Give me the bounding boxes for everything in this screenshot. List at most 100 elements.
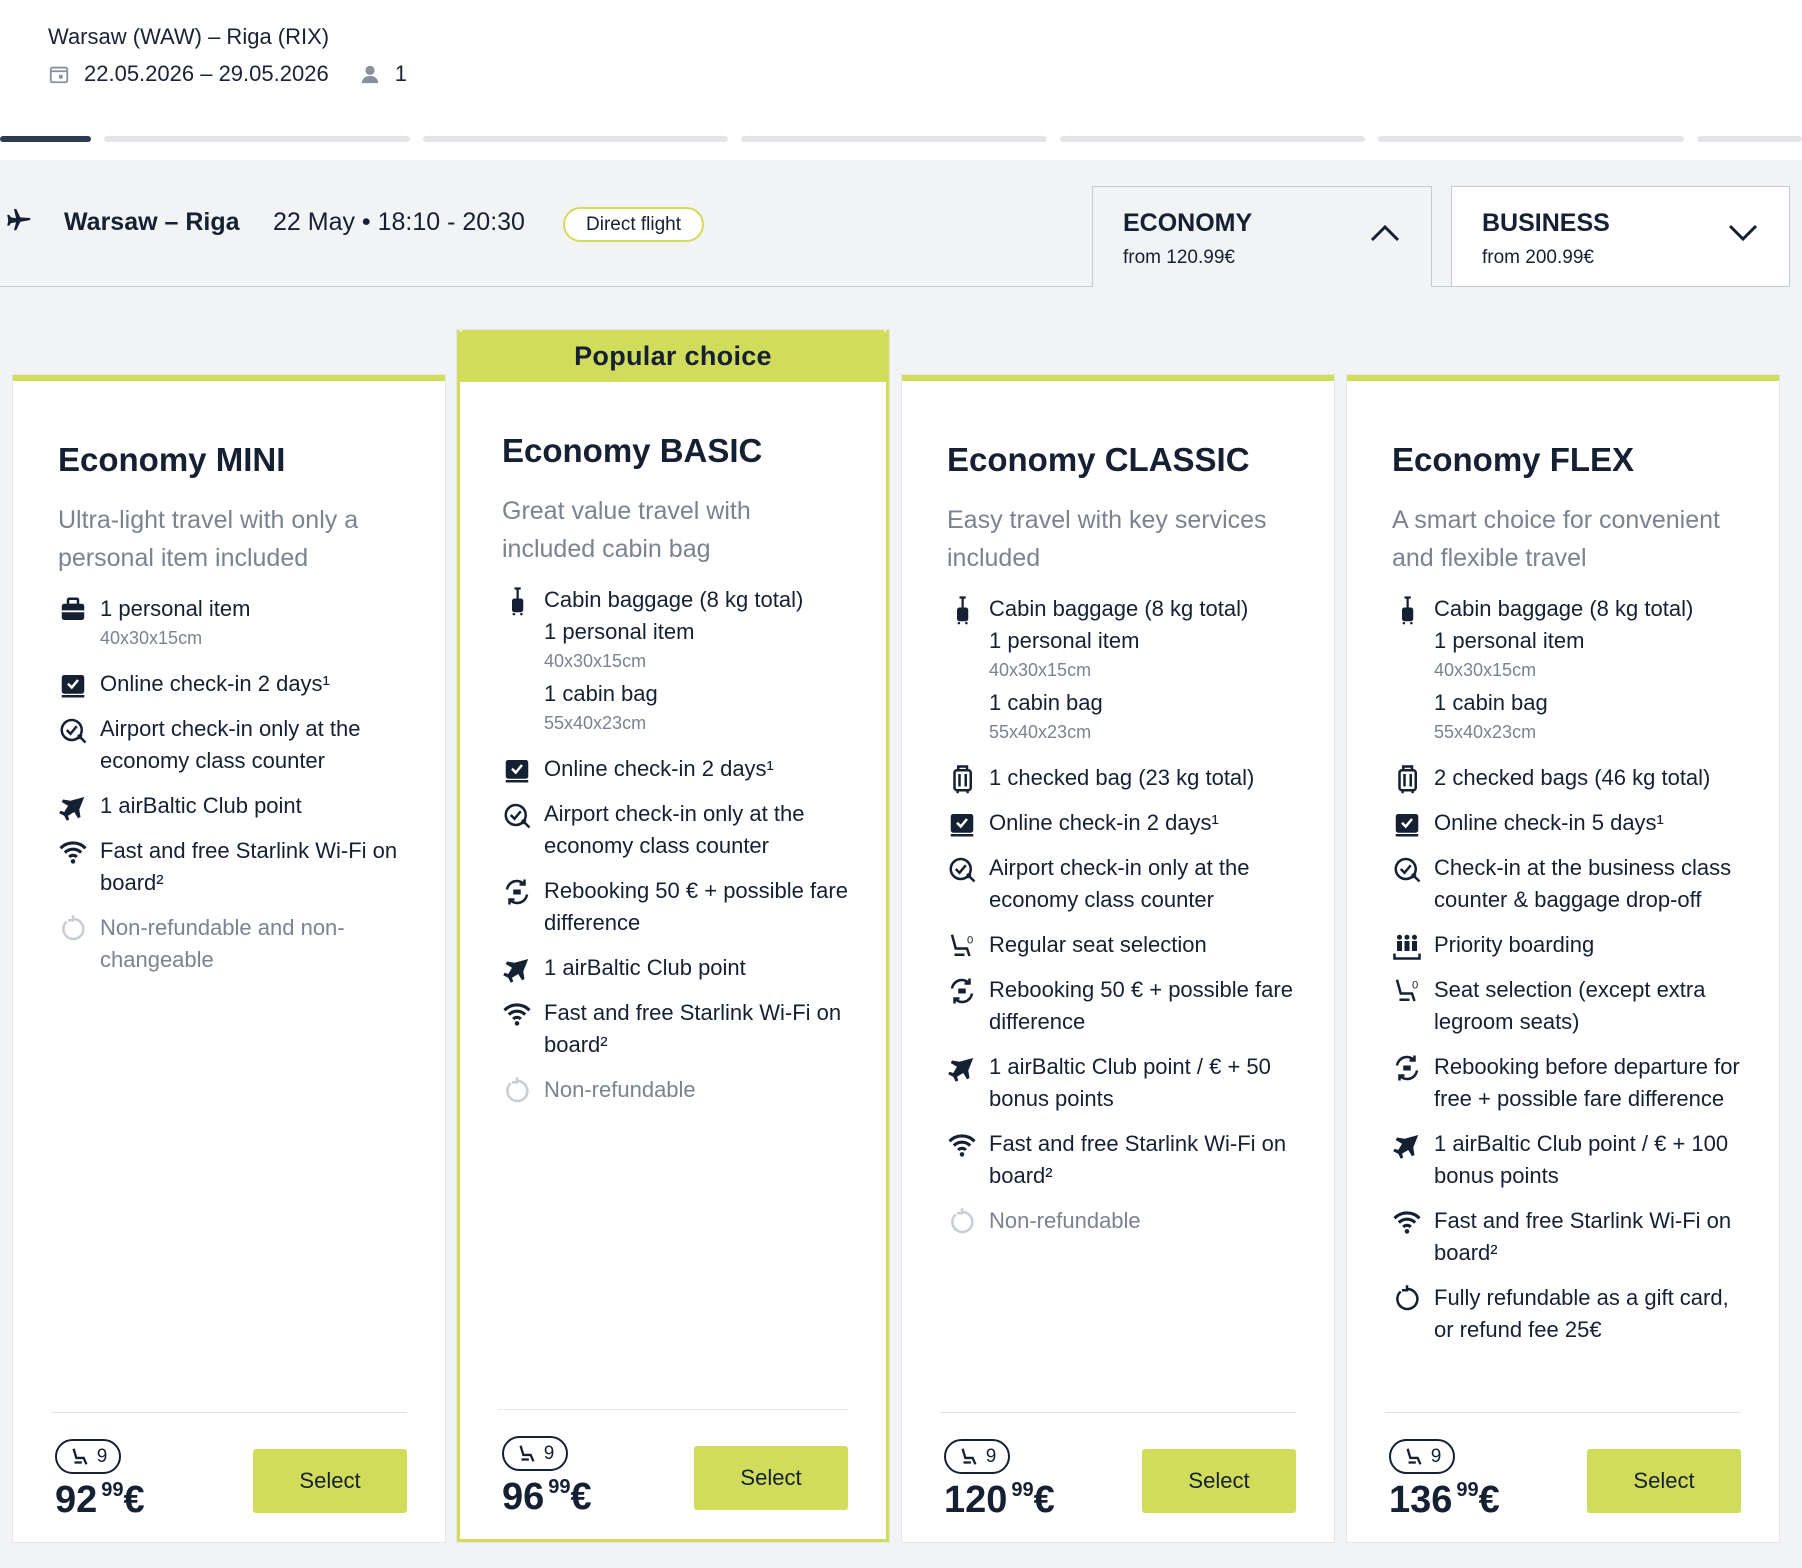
feature-label: Non-refundable — [989, 1208, 1141, 1233]
search-meta: 22.05.2026 – 29.05.2026 1 — [48, 61, 407, 87]
fare-feature: Online check-in 2 days¹ — [502, 753, 848, 785]
seat-icon — [72, 1447, 88, 1465]
feature-label: Airport check-in only at the economy cla… — [989, 855, 1250, 912]
seats-left-badge: 9 — [502, 1436, 568, 1471]
fare-feature: Non-refundable and non-changeable — [58, 912, 407, 976]
seats-left-count: 9 — [985, 1445, 997, 1467]
progress-step — [423, 136, 728, 142]
popular-choice-banner: Popular choice — [460, 330, 886, 382]
wifi-icon — [59, 841, 87, 864]
feature-text: 1 checked bag (23 kg total) — [989, 762, 1254, 794]
feature-text: Non-refundable — [989, 1205, 1141, 1237]
fare-title: Economy CLASSIC — [947, 441, 1250, 478]
checked-bag-icon — [953, 765, 972, 794]
feature-sub-item: 1 cabin bag — [989, 690, 1103, 715]
feature-label: Fast and free Starlink Wi-Fi on board² — [989, 1131, 1287, 1188]
feature-label: Airport check-in only at the economy cla… — [100, 716, 361, 773]
rebooking-icon — [1395, 1055, 1419, 1081]
select-fare-button[interactable]: Select — [694, 1446, 848, 1510]
booking-progress — [0, 136, 1802, 142]
feature-text: 2 checked bags (46 kg total) — [1434, 762, 1710, 794]
select-fare-button[interactable]: Select — [1142, 1449, 1296, 1513]
airport-checkin-icon — [949, 857, 976, 883]
fare-feature: 1 airBaltic Club point — [502, 952, 848, 984]
priority-boarding-icon — [1393, 934, 1421, 960]
fare-card-content: Economy CLASSIC Easy travel with key serv… — [947, 441, 1296, 1250]
feature-label: Cabin baggage (8 kg total) — [989, 596, 1249, 621]
passenger-count: 1 — [394, 61, 407, 86]
fare-feature: Rebooking 50 € + possible fare differenc… — [947, 974, 1296, 1038]
feature-label: Rebooking before departure for free + po… — [1434, 1054, 1740, 1111]
feature-label: Cabin baggage (8 kg total) — [544, 587, 804, 612]
flight-route: Warsaw – Riga — [64, 208, 240, 236]
feature-text: Online check-in 2 days¹ — [544, 753, 774, 785]
fare-feature: Cabin baggage (8 kg total) 1 personal ite… — [1392, 593, 1741, 749]
feature-label: Rebooking 50 € + possible fare differenc… — [989, 977, 1293, 1034]
tab-economy[interactable]: ECONOMY from 120.99€ — [1092, 186, 1432, 287]
fare-footer: 9 120 99€ Select — [940, 1412, 1296, 1542]
feature-label: 1 checked bag (23 kg total) — [989, 765, 1255, 790]
fare-feature: 0 Regular seat selection — [947, 929, 1296, 961]
class-name: ECONOMY — [1123, 209, 1253, 237]
feature-text: Online check-in 2 days¹ — [100, 668, 330, 700]
feature-label: Fully refundable as a gift card, or refu… — [1434, 1285, 1729, 1342]
fare-feature: Fully refundable as a gift card, or refu… — [1392, 1282, 1741, 1346]
feature-sub-item: 1 personal item — [544, 619, 695, 644]
feature-text: 1 airBaltic Club point / € + 100 bonus p… — [1434, 1128, 1741, 1192]
briefcase-icon — [61, 597, 85, 620]
club-plane-icon — [59, 797, 85, 821]
fare-feature: Cabin baggage (8 kg total) 1 personal ite… — [502, 584, 848, 740]
fare-feature: Online check-in 2 days¹ — [58, 668, 407, 700]
feature-label: Non-refundable — [544, 1077, 696, 1102]
fare-feature: 1 airBaltic Club point / € + 50 bonus po… — [947, 1051, 1296, 1115]
online-checkin-icon — [950, 814, 974, 837]
feature-text: Cabin baggage (8 kg total) 1 personal ite… — [544, 584, 803, 740]
feature-label: 1 personal item — [100, 596, 251, 621]
select-fare-button[interactable]: Select — [1587, 1449, 1741, 1513]
feature-label: 1 airBaltic Club point / € + 50 bonus po… — [989, 1054, 1271, 1111]
seats-left-count: 9 — [543, 1442, 555, 1464]
feature-text: Cabin baggage (8 kg total) 1 personal ite… — [989, 593, 1248, 749]
feature-text: Airport check-in only at the economy cla… — [989, 852, 1296, 916]
feature-text: Fast and free Starlink Wi-Fi on board² — [544, 997, 848, 1061]
feature-label: Non-refundable and non-changeable — [100, 915, 345, 972]
feature-label: 1 airBaltic Club point — [544, 955, 746, 980]
price-cents: 99 — [101, 1479, 124, 1501]
price-cents: 99 — [1456, 1479, 1479, 1501]
search-route: Warsaw (WAW) – Riga (RIX) — [48, 24, 330, 49]
feature-label: Cabin baggage (8 kg total) — [1434, 596, 1694, 621]
progress-step — [0, 136, 91, 142]
price-cents: 99 — [548, 1476, 571, 1498]
wifi-icon — [503, 1003, 531, 1026]
fare-title: Economy BASIC — [502, 432, 763, 469]
feature-text: Priority boarding — [1434, 929, 1594, 961]
select-fare-button[interactable]: Select — [253, 1449, 407, 1513]
price-integer: 96 — [502, 1476, 545, 1518]
tab-business[interactable]: BUSINESS from 200.99€ — [1451, 186, 1790, 287]
club-plane-icon — [1393, 1135, 1419, 1159]
flight-time: 22 May • 18:10 - 20:30 — [273, 208, 525, 236]
airport-checkin-icon — [1394, 857, 1421, 883]
fare-footer: 9 92 99€ Select — [51, 1412, 407, 1542]
feature-label: Check-in at the business class counter &… — [1434, 855, 1732, 912]
progress-step — [741, 136, 1047, 142]
club-plane-icon — [948, 1058, 974, 1082]
seats-left-count: 9 — [96, 1445, 108, 1467]
feature-label: 1 airBaltic Club point / € + 100 bonus p… — [1434, 1131, 1729, 1188]
price-currency: € — [1478, 1479, 1500, 1521]
fare-feature: Fast and free Starlink Wi-Fi on board² — [947, 1128, 1296, 1192]
wifi-icon — [1393, 1211, 1421, 1234]
seat-selection-icon: 0 — [950, 934, 973, 957]
fare-feature: Cabin baggage (8 kg total) 1 personal ite… — [947, 593, 1296, 749]
fare-feature: Fast and free Starlink Wi-Fi on board² — [502, 997, 848, 1061]
feature-label: 2 checked bags (46 kg total) — [1434, 765, 1711, 790]
feature-sub-item: 1 cabin bag — [1434, 690, 1548, 715]
feature-label: Fast and free Starlink Wi-Fi on board² — [544, 1000, 842, 1057]
cabin-bag-icon — [512, 587, 524, 616]
fare-feature: 1 personal item 40x30x15cm — [58, 593, 407, 655]
progress-step — [1060, 136, 1365, 142]
feature-text: Airport check-in only at the economy cla… — [100, 713, 407, 777]
feature-text: Rebooking 50 € + possible fare differenc… — [544, 875, 848, 939]
seats-left-badge: 9 — [55, 1439, 121, 1474]
feature-label: Fast and free Starlink Wi-Fi on board² — [1434, 1208, 1732, 1265]
